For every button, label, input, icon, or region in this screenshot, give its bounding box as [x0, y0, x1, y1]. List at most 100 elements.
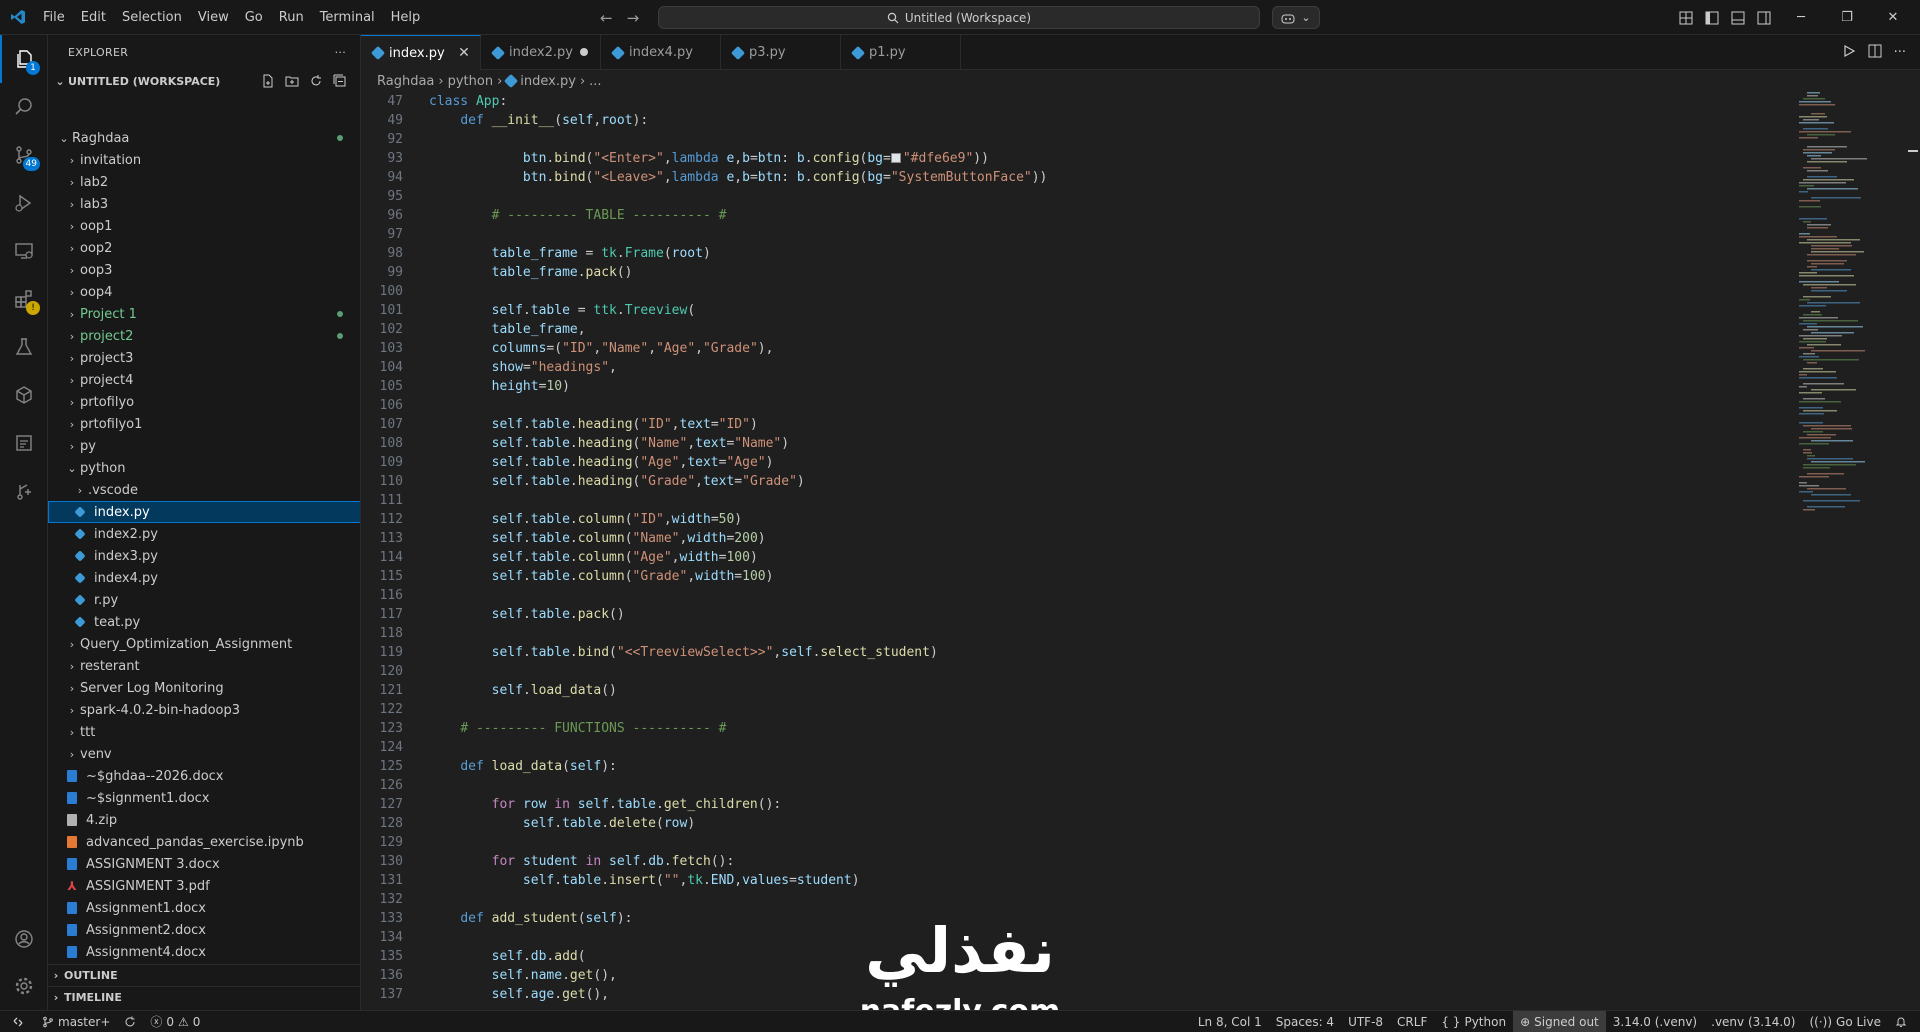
- tree-folder[interactable]: › project4: [48, 369, 360, 391]
- arrow-back-icon[interactable]: ←: [600, 9, 613, 27]
- line-number[interactable]: 130: [361, 852, 403, 871]
- problems-indicator[interactable]: ⓧ 0 ⚠ 0: [143, 1011, 207, 1032]
- tree-file[interactable]: teat.py: [48, 611, 360, 633]
- tree-folder[interactable]: › invitation: [48, 149, 360, 171]
- refresh-icon[interactable]: [308, 73, 324, 89]
- collapse-all-icon[interactable]: [332, 73, 348, 89]
- tree-folder[interactable]: › Project 1: [48, 303, 360, 325]
- tree-file[interactable]: Assignment1.docx: [48, 897, 360, 919]
- line-number[interactable]: 116: [361, 586, 403, 605]
- encoding[interactable]: UTF-8: [1341, 1011, 1390, 1032]
- menu-file[interactable]: File: [35, 0, 73, 35]
- customize-layout-icon[interactable]: [1678, 10, 1694, 26]
- editor-scrollbar[interactable]: [1906, 92, 1920, 1010]
- line-number[interactable]: 99: [361, 263, 403, 282]
- tree-folder[interactable]: › resterant: [48, 655, 360, 677]
- menu-go[interactable]: Go: [237, 0, 271, 35]
- line-number[interactable]: 97: [361, 225, 403, 244]
- minimap[interactable]: [1791, 92, 1911, 522]
- menu-run[interactable]: Run: [271, 0, 312, 35]
- remote-indicator-icon[interactable]: [0, 1011, 35, 1032]
- tree-folder[interactable]: › prtofilyo1: [48, 413, 360, 435]
- line-number[interactable]: 112: [361, 510, 403, 529]
- line-number[interactable]: 98: [361, 244, 403, 263]
- account-status[interactable]: ⊕ Signed out: [1513, 1011, 1606, 1032]
- editor-tab[interactable]: p3.py: [721, 35, 841, 70]
- more-actions-icon[interactable]: ···: [335, 46, 346, 59]
- toggle-panel-icon[interactable]: [1730, 10, 1746, 26]
- line-number[interactable]: 109: [361, 453, 403, 472]
- line-number[interactable]: 122: [361, 700, 403, 719]
- tree-file[interactable]: index4.py: [48, 567, 360, 589]
- tree-file[interactable]: index2.py: [48, 523, 360, 545]
- workspace-header[interactable]: ⌄ UNTITLED (WORKSPACE): [48, 70, 360, 92]
- tree-folder[interactable]: › Server Log Monitoring: [48, 677, 360, 699]
- tree-folder[interactable]: › py: [48, 435, 360, 457]
- menu-help[interactable]: Help: [383, 0, 429, 35]
- line-number[interactable]: 127: [361, 795, 403, 814]
- tree-file[interactable]: ~$signment1.docx: [48, 787, 360, 809]
- line-number[interactable]: 129: [361, 833, 403, 852]
- sql-server-icon[interactable]: [0, 419, 48, 467]
- python-interpreter[interactable]: 3.14.0 (.venv): [1606, 1011, 1704, 1032]
- more-actions-icon[interactable]: ···: [1894, 45, 1906, 60]
- line-number[interactable]: 101: [361, 301, 403, 320]
- menu-edit[interactable]: Edit: [73, 0, 114, 35]
- run-debug-icon[interactable]: [0, 179, 48, 227]
- containers-icon[interactable]: [0, 371, 48, 419]
- line-number[interactable]: 137: [361, 985, 403, 1004]
- run-python-file-icon[interactable]: [1842, 44, 1856, 62]
- editor-tab[interactable]: p1.py: [841, 35, 961, 70]
- line-number[interactable]: 103: [361, 339, 403, 358]
- line-number[interactable]: 136: [361, 966, 403, 985]
- minimize-icon[interactable]: ─: [1778, 0, 1824, 35]
- line-number[interactable]: 108: [361, 434, 403, 453]
- branch-indicator[interactable]: master+: [35, 1011, 117, 1032]
- source-control-icon[interactable]: 49: [0, 131, 48, 179]
- close-icon[interactable]: ✕: [456, 45, 472, 61]
- menu-selection[interactable]: Selection: [114, 0, 190, 35]
- tree-folder[interactable]: › prtofilyo: [48, 391, 360, 413]
- toggle-primary-sidebar-icon[interactable]: [1704, 10, 1720, 26]
- scrollbar-thumb[interactable]: [1908, 150, 1918, 152]
- git-graph-icon[interactable]: [0, 467, 48, 515]
- restore-icon[interactable]: ❐: [1824, 0, 1870, 35]
- language-mode[interactable]: { } Python: [1434, 1011, 1513, 1032]
- go-live-button[interactable]: ((·)) Go Live: [1802, 1011, 1888, 1032]
- editor-tab[interactable]: index4.py: [601, 35, 721, 70]
- line-number[interactable]: 105: [361, 377, 403, 396]
- breadcrumb-item-file[interactable]: index.py: [520, 74, 576, 89]
- line-number[interactable]: 117: [361, 605, 403, 624]
- tree-file[interactable]: Assignment4.docx: [48, 941, 360, 963]
- account-icon[interactable]: [0, 915, 48, 963]
- tree-folder[interactable]: ⌄ Raghdaa: [48, 127, 360, 149]
- tree-file[interactable]: ASSIGNMENT 3.docx: [48, 853, 360, 875]
- end-of-line[interactable]: CRLF: [1390, 1011, 1434, 1032]
- line-number[interactable]: 100: [361, 282, 403, 301]
- line-number[interactable]: 102: [361, 320, 403, 339]
- line-number[interactable]: 128: [361, 814, 403, 833]
- copilot-button[interactable]: ⌄: [1272, 6, 1320, 29]
- close-window-icon[interactable]: ✕: [1870, 0, 1916, 35]
- command-center[interactable]: Untitled (Workspace): [658, 6, 1260, 29]
- line-number[interactable]: 125: [361, 757, 403, 776]
- line-number[interactable]: 96: [361, 206, 403, 225]
- new-folder-icon[interactable]: [284, 73, 300, 89]
- line-number[interactable]: 132: [361, 890, 403, 909]
- tree-folder[interactable]: › oop2: [48, 237, 360, 259]
- new-file-icon[interactable]: [260, 73, 276, 89]
- indentation[interactable]: Spaces: 4: [1269, 1011, 1341, 1032]
- line-number[interactable]: 95: [361, 187, 403, 206]
- tree-folder[interactable]: › lab3: [48, 193, 360, 215]
- line-number[interactable]: 113: [361, 529, 403, 548]
- code-editor[interactable]: 47 class App: 49 def __init__(self,root): 9…: [361, 92, 1781, 1010]
- cursor-position[interactable]: Ln 8, Col 1: [1191, 1011, 1269, 1032]
- tree-folder[interactable]: › venv: [48, 743, 360, 765]
- line-number[interactable]: 131: [361, 871, 403, 890]
- line-number[interactable]: 119: [361, 643, 403, 662]
- tree-folder[interactable]: › Query_Optimization_Assignment: [48, 633, 360, 655]
- tree-folder[interactable]: › oop4: [48, 281, 360, 303]
- line-number[interactable]: 118: [361, 624, 403, 643]
- tree-file[interactable]: index3.py: [48, 545, 360, 567]
- tree-folder[interactable]: › .vscode: [48, 479, 360, 501]
